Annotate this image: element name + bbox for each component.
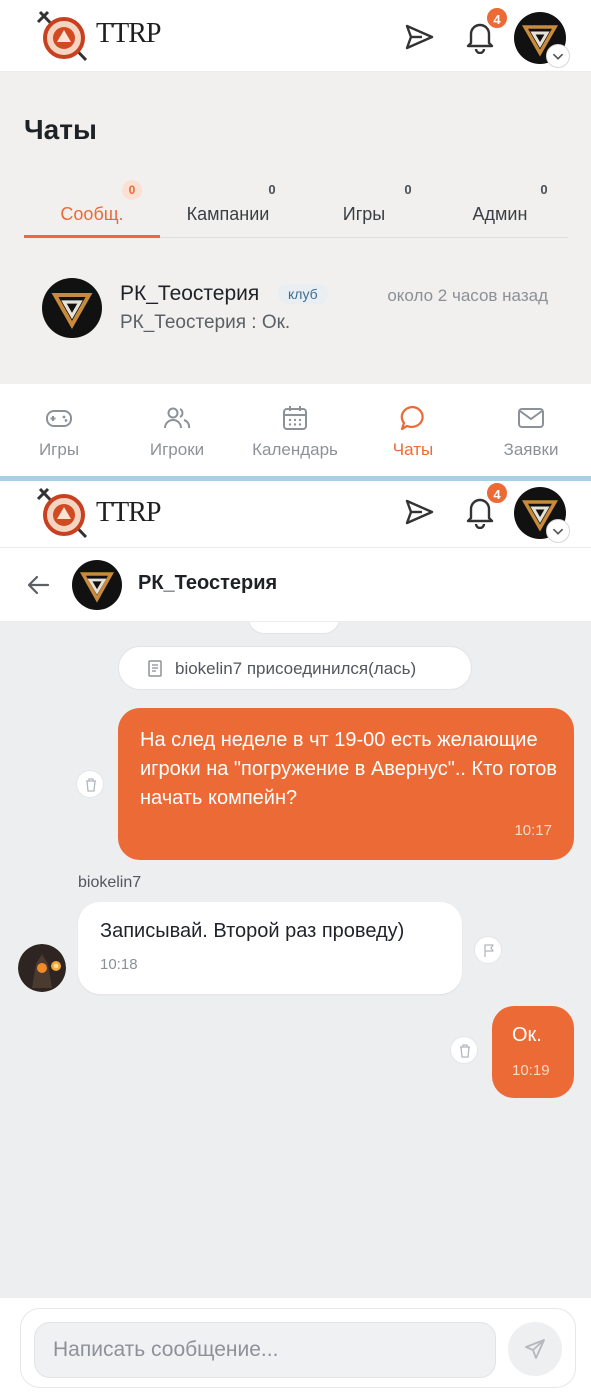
page-title: Чаты [24,114,97,145]
flag-icon [484,944,494,957]
chat-time: около 2 часов назад [387,286,548,305]
delete-message-button[interactable] [76,770,104,798]
message-time: 10:18 [100,956,138,973]
previous-message-stub [248,622,340,634]
incoming-message[interactable]: Записывай. Второй раз проведу) 10:18 [78,902,462,994]
mail-icon [518,408,544,428]
nav-item-calendar[interactable]: Календарь [236,384,354,476]
messages-area[interactable]: biokelin7 присоединился(лась) На след не… [0,622,591,1298]
send-icon[interactable] [402,495,436,529]
message-composer [0,1298,591,1397]
chat-tabs: 0 Сообщ. 0 Кампании 0 Игры 0 Админ [24,174,568,238]
nav-label: Заявки [503,440,559,459]
sender-avatar[interactable] [18,944,66,992]
outgoing-message[interactable]: Ок. 10:19 [492,1006,574,1098]
conversation-title: РК_Теостерия [138,572,278,594]
brand-text: TTRP [96,18,161,49]
top-app-header: TTRP 4 [0,0,591,72]
nav-item-chats[interactable]: Чаты [354,384,472,476]
tab-campaigns[interactable]: 0 Кампании [160,174,296,238]
chevron-down-icon[interactable] [546,519,570,543]
notification-badge: 4 [485,6,509,30]
trash-icon [460,1044,470,1058]
trash-icon [86,778,96,792]
outgoing-message[interactable]: На след неделе в чт 19-00 есть желающие … [118,708,574,860]
nav-item-requests[interactable]: Заявки [472,384,590,476]
nav-item-games[interactable]: Игры [0,384,118,476]
send-icon[interactable] [402,20,436,54]
conversation-header: РК_Теостерия [0,548,591,622]
chat-name: РК_Теостерия [120,282,260,305]
club-badge: клуб [278,284,328,304]
chat-app-header: TTRP 4 [0,481,591,548]
message-text: Записывай. Второй раз проведу) [100,920,405,942]
tab-messages[interactable]: 0 Сообщ. [24,174,160,238]
tab-admin[interactable]: 0 Админ [432,174,568,238]
nav-item-players[interactable]: Игроки [118,384,236,476]
brand-text: TTRP [96,497,161,528]
message-text: На след неделе в чт 19-00 есть желающие … [140,729,558,809]
paper-plane-icon [525,1339,545,1359]
calendar-icon [283,406,307,430]
system-message-text: biokelin7 присоединился(лась) [175,659,417,678]
message-text: Ок. [512,1024,542,1046]
nav-label: Игры [38,440,80,459]
nav-label: Чаты [392,440,434,459]
nav-label: Игроки [149,440,205,459]
message-input[interactable] [34,1322,496,1378]
system-message: biokelin7 присоединился(лась) [118,646,472,690]
ttrp-logo-icon[interactable] [36,485,92,539]
tab-label: Кампании [186,204,270,224]
chevron-down-icon[interactable] [546,44,570,68]
message-time: 10:19 [512,1062,550,1079]
send-message-button[interactable] [508,1322,562,1376]
message-time: 10:17 [514,822,552,839]
tab-count: 0 [122,180,142,200]
notification-badge: 4 [485,481,509,505]
chat-last-message: РК_Теостерия : Ок. [120,312,291,333]
bottom-navigation: Игры Игроки Календарь Чаты Заявки [0,384,591,476]
tab-games[interactable]: 0 Игры [296,174,432,238]
chat-list-item[interactable]: РК_Теостерия клуб около 2 часов назад РК… [24,262,568,342]
tab-label: Админ [472,204,528,224]
tab-count: 0 [540,182,548,197]
nav-label: Календарь [252,440,338,459]
conversation-avatar [72,560,122,610]
tab-label: Сообщ. [60,204,124,224]
tab-label: Игры [342,204,386,224]
delete-message-button[interactable] [450,1036,478,1064]
chat-bubble-icon [400,405,424,431]
report-message-button[interactable] [474,936,502,964]
scroll-icon [148,660,162,677]
back-arrow-icon[interactable] [26,572,52,598]
gamepad-icon [46,410,72,427]
users-icon [164,407,191,429]
ttrp-logo-icon[interactable] [36,8,92,62]
chats-list-panel: Чаты 0 Сообщ. 0 Кампании 0 Игры 0 Админ … [0,72,591,384]
message-sender: biokelin7 [78,874,142,891]
chat-avatar [42,278,102,338]
